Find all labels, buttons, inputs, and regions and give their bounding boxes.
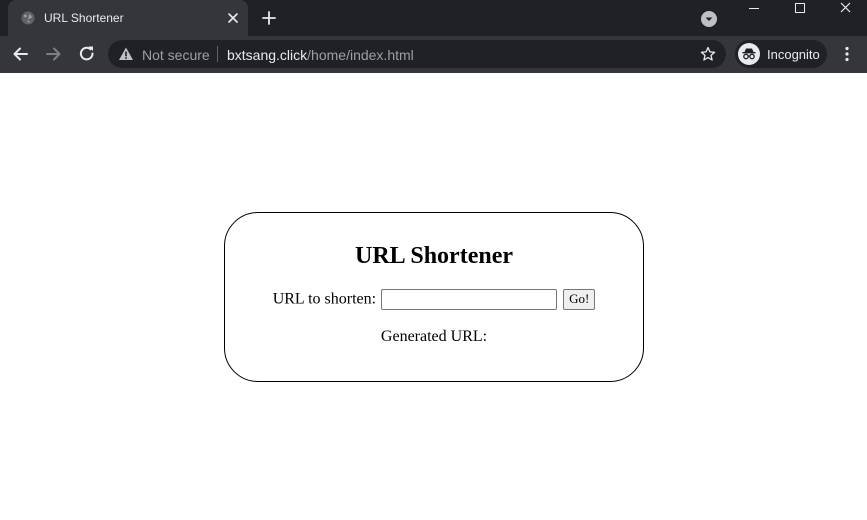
address-separator bbox=[217, 46, 218, 62]
tab-url-shortener[interactable]: URL Shortener bbox=[8, 0, 248, 36]
warning-triangle-icon[interactable] bbox=[118, 46, 134, 62]
page-viewport: URL Shortener URL to shorten: Go! Genera… bbox=[0, 73, 867, 520]
tab-search-chevron-down-icon[interactable] bbox=[701, 11, 717, 27]
incognito-profile-button[interactable]: Incognito bbox=[735, 40, 827, 68]
reload-icon[interactable] bbox=[77, 44, 97, 64]
tab-strip: URL Shortener bbox=[0, 0, 867, 36]
shorten-form: URL to shorten: Go! bbox=[225, 288, 643, 310]
security-status-label[interactable]: Not secure bbox=[142, 47, 210, 63]
back-arrow-icon[interactable] bbox=[11, 44, 31, 64]
new-tab-plus-icon[interactable] bbox=[260, 9, 278, 27]
go-button[interactable]: Go! bbox=[563, 288, 596, 310]
globe-icon bbox=[21, 11, 35, 25]
generated-url-label: Generated URL: bbox=[380, 328, 488, 345]
minimize-icon[interactable] bbox=[731, 0, 777, 18]
browser-window: URL Shortener Not secure bxtsang.click/h… bbox=[0, 0, 867, 520]
maximize-icon[interactable] bbox=[777, 0, 823, 18]
url-path: /home/index.html bbox=[307, 47, 414, 63]
url-host: bxtsang.click bbox=[227, 47, 308, 63]
incognito-label: Incognito bbox=[767, 47, 820, 62]
url-input[interactable] bbox=[381, 288, 558, 310]
incognito-icon bbox=[738, 43, 760, 65]
close-icon[interactable] bbox=[226, 11, 240, 25]
page-title: URL Shortener bbox=[355, 243, 513, 269]
more-menu-icon[interactable] bbox=[838, 45, 856, 63]
tab-title: URL Shortener bbox=[44, 11, 124, 25]
url-display[interactable]: bxtsang.click/home/index.html bbox=[227, 47, 414, 63]
browser-toolbar: Not secure bxtsang.click/home/index.html… bbox=[0, 36, 867, 73]
address-bar[interactable]: Not secure bxtsang.click/home/index.html bbox=[108, 40, 726, 68]
url-input-label: URL to shorten: bbox=[272, 290, 377, 308]
forward-arrow-icon[interactable] bbox=[43, 44, 63, 64]
bookmark-star-icon[interactable] bbox=[700, 46, 716, 62]
shortener-card: URL Shortener URL to shorten: Go! Genera… bbox=[224, 212, 644, 382]
window-close-icon[interactable] bbox=[821, 0, 867, 18]
